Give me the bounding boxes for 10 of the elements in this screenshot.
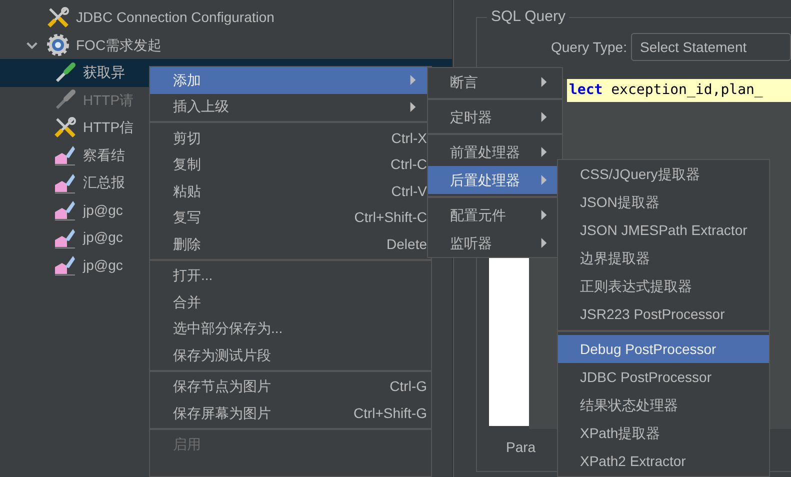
section-title: SQL Query	[490, 7, 566, 27]
shortcut-text: Ctrl-X	[391, 128, 427, 148]
shortcut-text: Ctrl-V	[391, 182, 427, 201]
tab-label: Para	[506, 438, 536, 457]
field-label: Query Type:	[550, 38, 627, 57]
shortcut-text: Ctrl-G	[390, 377, 427, 396]
shortcut-text: Ctrl+Shift-G	[353, 404, 427, 423]
shortcut-text: Ctrl+Shift-C	[354, 208, 427, 228]
shortcut-text: Ctrl-C	[390, 155, 427, 174]
shortcut-text: Delete	[386, 234, 427, 254]
